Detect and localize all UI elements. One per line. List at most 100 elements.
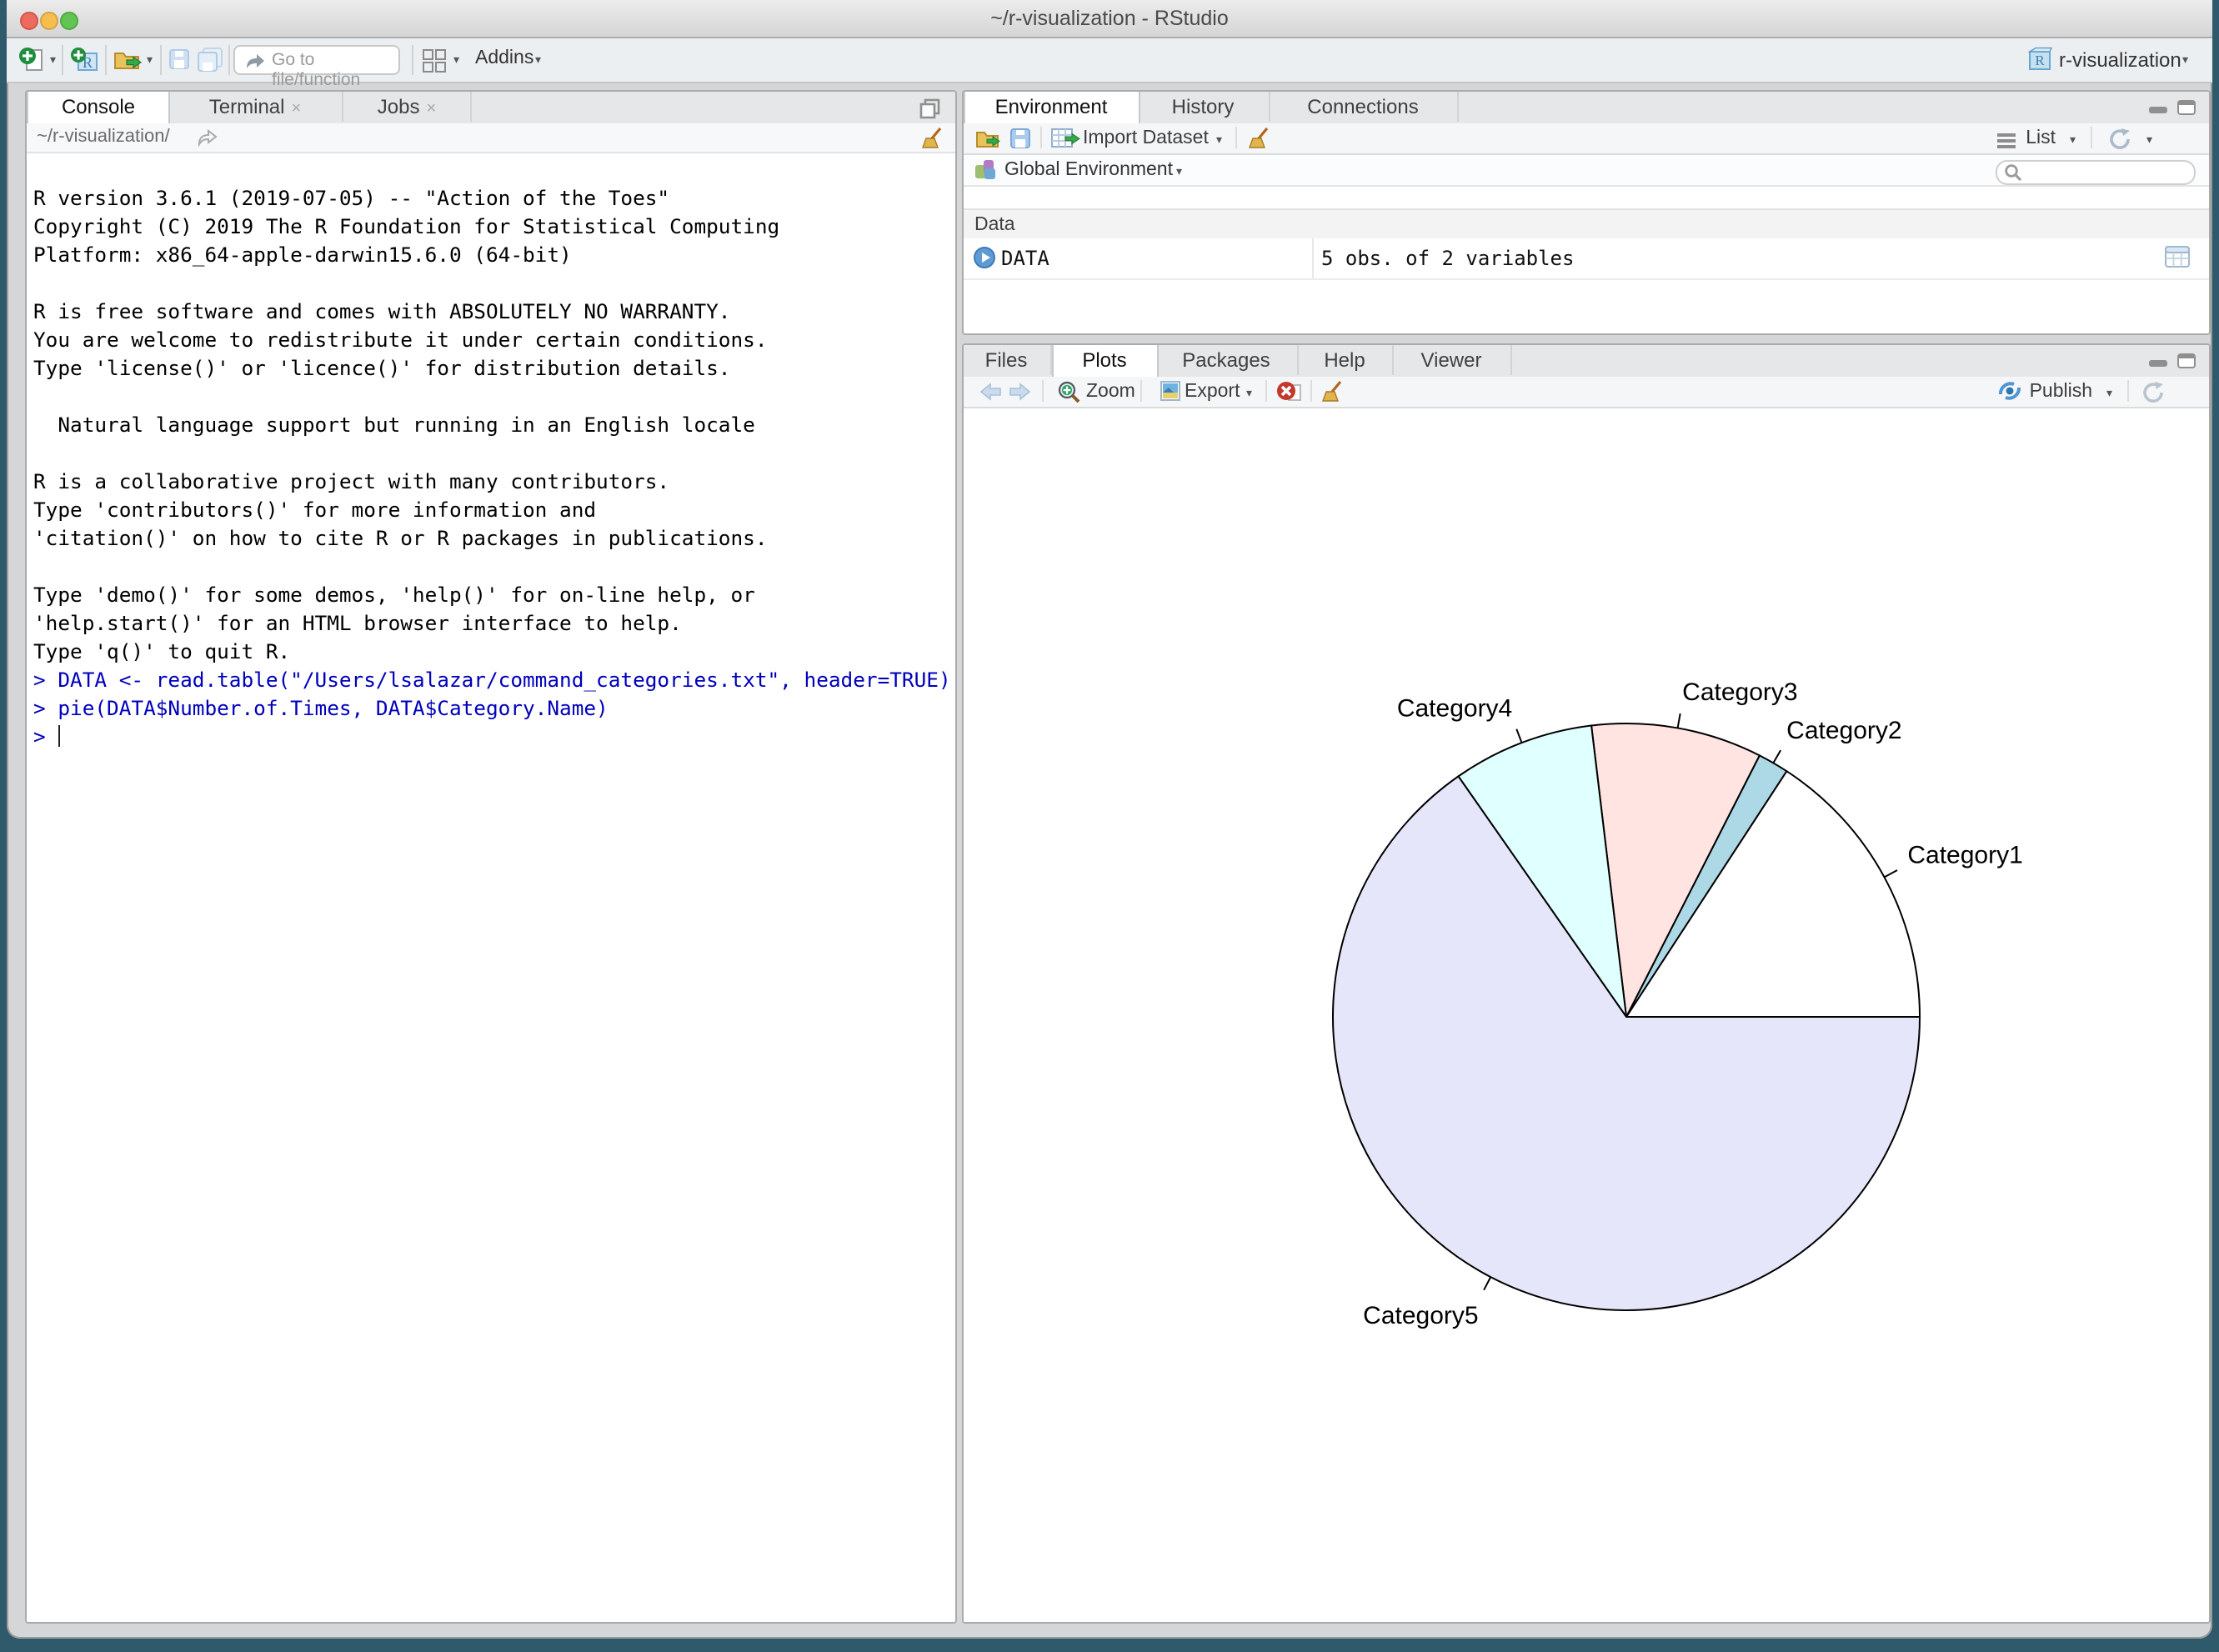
list-view-caret-icon[interactable]: ▾ <box>2070 134 2076 146</box>
console-command-line: > DATA <- read.table("/Users/lsalazar/co… <box>33 667 955 695</box>
object-value: 5 obs. of 2 variables <box>1321 247 1574 270</box>
refresh-icon[interactable] <box>2106 126 2132 156</box>
save-workspace-icon[interactable] <box>1008 127 1031 155</box>
new-file-icon[interactable] <box>18 47 45 82</box>
load-workspace-folder-icon[interactable] <box>974 127 1001 155</box>
addins-menu[interactable]: Addins <box>475 48 533 68</box>
environment-scope-selector[interactable]: Global Environment <box>1004 160 1173 180</box>
pie-tick <box>1483 1277 1490 1290</box>
tab-terminal[interactable]: Terminal× <box>168 92 343 122</box>
import-dataset-icon[interactable] <box>1049 127 1079 155</box>
section-header-label: Data <box>974 214 1015 234</box>
project-caret-icon[interactable]: ▾ <box>2182 55 2188 67</box>
list-view-icon[interactable] <box>1997 133 2016 137</box>
export-caret-icon[interactable]: ▾ <box>1246 388 1252 399</box>
refresh-plot-icon[interactable] <box>2139 379 2166 409</box>
package-cube-icon <box>973 158 998 187</box>
plots-tabbar: Files Plots Packages Help Viewer <box>963 345 2209 378</box>
goto-file-search[interactable]: Go to file/function <box>233 45 400 75</box>
tab-environment[interactable]: Environment <box>963 92 1140 123</box>
list-view-button[interactable]: List <box>2026 128 2056 148</box>
tab-console[interactable]: Console <box>27 92 170 123</box>
next-plot-arrow-icon[interactable] <box>1008 381 1031 406</box>
publish-icon[interactable] <box>1997 380 2022 407</box>
new-project-icon[interactable]: R <box>70 47 98 82</box>
maximize-pane-icon[interactable] <box>2177 353 2196 368</box>
goto-directory-arrow-icon[interactable] <box>197 128 218 152</box>
expand-object-icon[interactable] <box>973 247 994 273</box>
data-section-header: Data <box>963 208 2209 240</box>
save-icon[interactable] <box>167 47 192 80</box>
close-icon[interactable]: × <box>292 100 302 118</box>
plots-pane: Files Plots Packages Help Viewer <box>961 343 2211 1624</box>
console-command-line: > pie(DATA$Number.of.Times, DATA$Categor… <box>33 695 955 723</box>
previous-plot-arrow-icon[interactable] <box>978 381 1001 406</box>
environment-search-input[interactable] <box>1996 159 2196 184</box>
project-cube-icon[interactable]: R <box>2027 47 2052 80</box>
open-file-icon[interactable] <box>113 47 143 82</box>
scope-caret-icon[interactable]: ▾ <box>1176 166 1182 178</box>
goto-arrow-icon <box>243 50 267 80</box>
object-row-DATA[interactable]: DATA 5 obs. of 2 variables <box>963 238 2209 280</box>
global-environment-row: Global Environment ▾ <box>963 155 2209 187</box>
plots-toolbar: Zoom Export ▾ Publish ▾ <box>963 377 2209 408</box>
export-plot-icon[interactable] <box>1151 380 1180 407</box>
view-data-grid-icon[interactable] <box>2164 243 2192 275</box>
open-file-caret-icon[interactable]: ▾ <box>147 55 153 67</box>
pie-label-Category4: Category4 <box>1396 695 1511 723</box>
remove-plot-icon[interactable] <box>1275 379 1301 408</box>
new-file-caret-icon[interactable]: ▾ <box>50 55 56 67</box>
export-plot-button[interactable]: Export <box>1185 382 1240 402</box>
publish-button[interactable]: Publish <box>2030 382 2092 402</box>
rstudio-window: ~/r-visualization - RStudio ▾ R ▾ <box>7 0 2212 1639</box>
pie-label-Category3: Category3 <box>1681 678 1796 706</box>
tab-viewer[interactable]: Viewer <box>1393 345 1511 375</box>
tab-plots[interactable]: Plots <box>1051 345 1158 377</box>
console-dir-row: ~/r-visualization/ <box>27 123 955 153</box>
project-selector[interactable]: r-visualization <box>2059 48 2181 72</box>
tab-packages[interactable]: Packages <box>1156 345 1298 375</box>
pie-label-Category1: Category1 <box>1906 841 2021 869</box>
console-output: R version 3.6.1 (2019-07-05) -- "Action … <box>33 157 955 667</box>
zoom-plot-icon[interactable] <box>1056 379 1081 409</box>
addins-caret-icon[interactable]: ▾ <box>535 55 541 67</box>
pane-minmax <box>2149 100 2199 117</box>
console-commands: > DATA <- read.table("/Users/lsalazar/co… <box>33 667 955 723</box>
pane-layout-grid-icon[interactable] <box>422 48 447 81</box>
environment-toolbar: Import Dataset ▾ List ▾ ▾ <box>963 123 2209 155</box>
maximize-pane-icon[interactable] <box>2177 100 2196 115</box>
clear-plots-broom-icon[interactable] <box>1320 379 1343 408</box>
goto-file-placeholder: Go to file/function <box>272 50 398 90</box>
zoom-plot-button[interactable]: Zoom <box>1086 382 1135 402</box>
tab-history[interactable]: History <box>1138 92 1270 122</box>
pane-minmax <box>2149 353 2199 370</box>
tab-connections[interactable]: Connections <box>1270 92 1458 122</box>
console-prompt-line[interactable]: > <box>33 723 955 752</box>
tab-jobs[interactable]: Jobs× <box>343 92 472 122</box>
svg-text:R: R <box>2035 53 2045 68</box>
refresh-caret-icon[interactable]: ▾ <box>2146 134 2152 146</box>
publish-caret-icon[interactable]: ▾ <box>2106 388 2112 399</box>
minimize-pane-icon[interactable] <box>2149 360 2167 367</box>
working-directory: ~/r-visualization/ <box>37 127 170 147</box>
environment-tabbar: Environment History Connections <box>963 92 2209 125</box>
text-cursor <box>58 725 60 747</box>
save-all-icon[interactable] <box>195 47 223 80</box>
console-prompt: > <box>33 725 58 748</box>
import-dataset-caret-icon[interactable]: ▾ <box>1216 134 1222 146</box>
pie-label-Category5: Category5 <box>1362 1302 1477 1329</box>
console-body[interactable]: R version 3.6.1 (2019-07-05) -- "Action … <box>27 153 955 1622</box>
console-pane: Console Terminal× Jobs× ~/r-visualizatio… <box>25 90 957 1624</box>
minimize-pane-icon[interactable] <box>2149 107 2167 113</box>
pane-layout-caret-icon[interactable]: ▾ <box>453 55 459 67</box>
clear-console-broom-icon[interactable] <box>920 127 944 155</box>
import-dataset-button[interactable]: Import Dataset <box>1083 128 1209 148</box>
window-title: ~/r-visualization - RStudio <box>7 7 2212 30</box>
tab-help[interactable]: Help <box>1298 345 1393 375</box>
tab-files[interactable]: Files <box>963 345 1051 375</box>
search-icon <box>2004 163 2022 187</box>
pie-tick <box>1677 713 1680 728</box>
clear-environment-broom-icon[interactable] <box>1246 126 1270 154</box>
close-icon[interactable]: × <box>427 100 437 118</box>
pie-chart: Category1Category2Category3Category4Cate… <box>963 408 2201 1620</box>
